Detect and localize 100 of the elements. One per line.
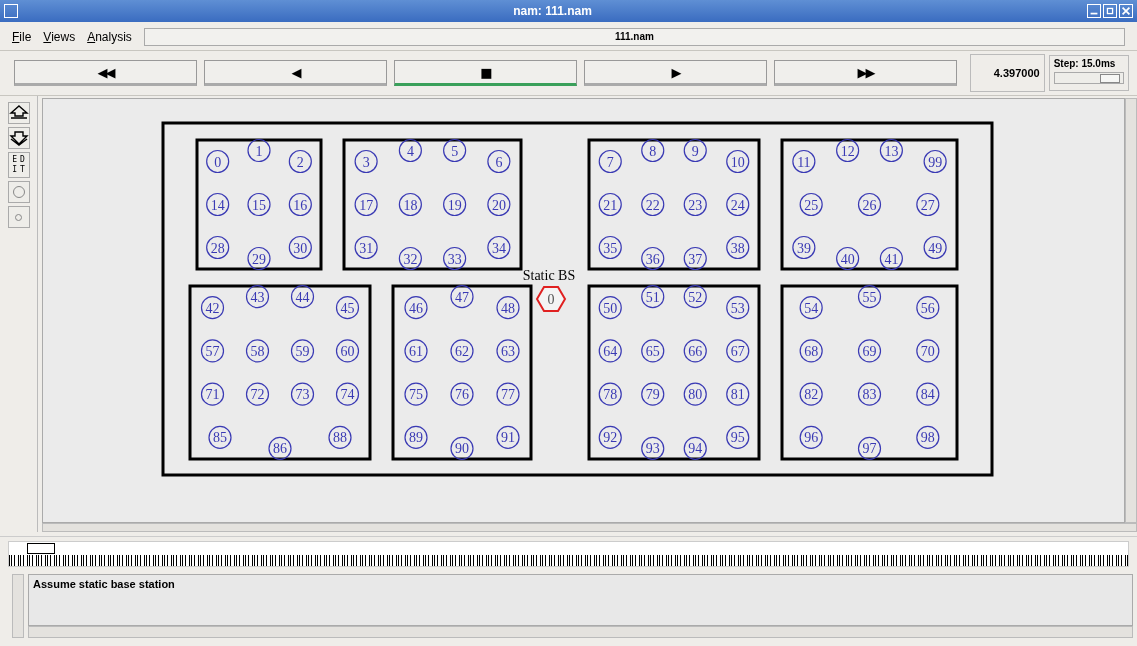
maximize-icon[interactable] (1103, 4, 1117, 18)
node[interactable]: 95 (726, 425, 750, 449)
base-station-node[interactable]: 0 (535, 285, 567, 313)
node[interactable]: 76 (450, 382, 474, 406)
node[interactable]: 46 (404, 296, 428, 320)
node[interactable]: 6 (487, 149, 511, 174)
node[interactable]: 35 (598, 235, 622, 260)
node[interactable]: 56 (916, 296, 940, 320)
node[interactable]: 14 (206, 192, 230, 217)
node[interactable]: 19 (443, 192, 467, 217)
time-marker-icon[interactable] (27, 543, 55, 554)
node[interactable]: 24 (726, 192, 750, 217)
node[interactable]: 97 (857, 436, 882, 460)
node[interactable]: 55 (857, 285, 882, 309)
node[interactable]: 8 (641, 138, 665, 163)
node[interactable]: 17 (354, 192, 378, 217)
playback-button[interactable]: ■ (394, 60, 577, 86)
node[interactable]: 30 (288, 235, 312, 260)
node[interactable]: 68 (799, 339, 823, 363)
node[interactable]: 22 (641, 192, 665, 217)
node[interactable]: 86 (268, 436, 292, 460)
node[interactable]: 20 (487, 192, 511, 217)
node[interactable]: 70 (916, 339, 940, 363)
playback-button[interactable]: ▶▶ (774, 60, 957, 86)
playback-button[interactable]: ▶ (584, 60, 767, 86)
node[interactable]: 36 (641, 246, 665, 271)
node[interactable]: 52 (683, 285, 707, 309)
playback-button[interactable]: ◀ (204, 60, 387, 86)
node[interactable]: 92 (598, 425, 622, 449)
node[interactable]: 38 (726, 235, 750, 260)
node[interactable]: 7 (598, 149, 622, 174)
node[interactable]: 3 (354, 149, 378, 174)
node[interactable]: 65 (641, 339, 665, 363)
node[interactable]: 47 (450, 285, 474, 309)
node[interactable]: 57 (200, 339, 225, 363)
menu-item[interactable]: Analysis (87, 30, 132, 44)
node[interactable]: 88 (328, 425, 352, 449)
node[interactable]: 85 (208, 425, 232, 449)
node[interactable]: 42 (200, 296, 225, 320)
step-slider[interactable] (1053, 72, 1124, 84)
node[interactable]: 39 (792, 235, 816, 260)
window-menu-icon[interactable] (4, 4, 18, 18)
node[interactable]: 71 (200, 382, 225, 406)
node[interactable]: 43 (245, 285, 270, 309)
node[interactable]: 79 (641, 382, 665, 406)
node[interactable]: 63 (496, 339, 520, 363)
node[interactable]: 64 (598, 339, 622, 363)
node[interactable]: 27 (916, 192, 940, 217)
node[interactable]: 98 (916, 425, 940, 449)
node[interactable]: 9 (683, 138, 707, 163)
node[interactable]: 54 (799, 296, 823, 320)
node[interactable]: 18 (398, 192, 422, 217)
node[interactable]: 60 (335, 339, 360, 363)
node[interactable]: 5 (443, 138, 467, 163)
node[interactable]: 89 (404, 425, 428, 449)
node[interactable]: 72 (245, 382, 270, 406)
node[interactable]: 58 (245, 339, 270, 363)
node[interactable]: 12 (836, 138, 860, 163)
node[interactable]: 84 (916, 382, 940, 406)
node[interactable]: 4 (398, 138, 422, 163)
node[interactable]: 29 (247, 246, 271, 271)
node[interactable]: 93 (641, 436, 665, 460)
node[interactable]: 50 (598, 296, 622, 320)
node[interactable]: 41 (879, 246, 903, 271)
node[interactable]: 59 (290, 339, 315, 363)
node[interactable]: 90 (450, 436, 474, 460)
node[interactable]: 34 (487, 235, 511, 260)
edit-button[interactable]: EDIT (7, 152, 30, 178)
node[interactable]: 23 (683, 192, 707, 217)
node[interactable]: 53 (726, 296, 750, 320)
node[interactable]: 16 (288, 192, 312, 217)
node[interactable]: 31 (354, 235, 378, 260)
node[interactable]: 2 (288, 149, 312, 174)
node[interactable]: 48 (496, 296, 520, 320)
node[interactable]: 13 (879, 138, 903, 163)
node[interactable]: 94 (683, 436, 707, 460)
node[interactable]: 83 (857, 382, 882, 406)
node[interactable]: 25 (799, 192, 823, 217)
node[interactable]: 66 (683, 339, 707, 363)
node[interactable]: 99 (923, 149, 947, 174)
node[interactable]: 81 (726, 382, 750, 406)
node[interactable]: 74 (335, 382, 360, 406)
zoom-out-icon[interactable] (7, 127, 30, 149)
node[interactable]: 40 (836, 246, 860, 271)
node[interactable]: 62 (450, 339, 474, 363)
node[interactable]: 32 (398, 246, 422, 271)
node[interactable]: 33 (443, 246, 467, 271)
node[interactable]: 45 (335, 296, 360, 320)
close-icon[interactable] (1119, 4, 1133, 18)
menu-item[interactable]: File (12, 30, 32, 44)
menu-item[interactable]: Views (43, 30, 76, 44)
node[interactable]: 91 (496, 425, 520, 449)
node[interactable]: 21 (598, 192, 622, 217)
node[interactable]: 0 (206, 149, 230, 174)
playback-button[interactable]: ◀◀ (14, 60, 197, 86)
zoom-in-icon[interactable] (7, 102, 30, 124)
node[interactable]: 61 (404, 339, 428, 363)
node[interactable]: 44 (290, 285, 315, 309)
node[interactable]: 77 (496, 382, 520, 406)
node[interactable]: 96 (799, 425, 823, 449)
